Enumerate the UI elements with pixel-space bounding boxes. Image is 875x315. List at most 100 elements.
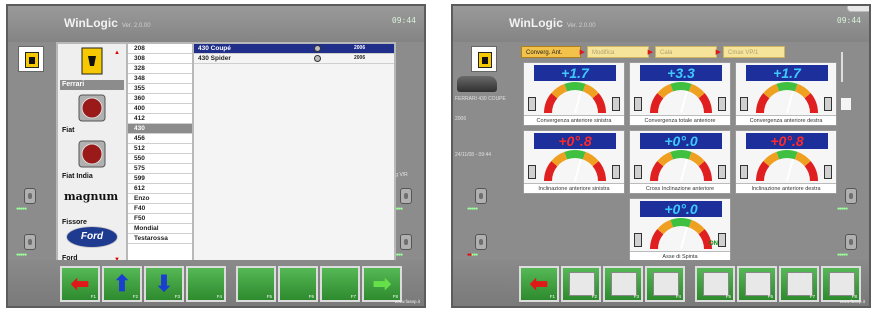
measurement-value: +0°.8	[746, 133, 828, 149]
tab-converg-ant[interactable]: Converg. Ant. ▶	[521, 46, 585, 58]
fkey-f7-wheel-button[interactable]: F7	[779, 266, 819, 302]
fkey-f1-back-button[interactable]: ⬅ F1	[60, 266, 100, 302]
tab-cala[interactable]: Cala ▶	[655, 46, 721, 58]
tolerance-gauge-icon	[650, 218, 712, 250]
tolerance-gauge-icon	[650, 82, 712, 114]
tab-arrow-icon: ▶	[579, 49, 585, 56]
left-sidebar: ●●●●● ●●●●●	[8, 42, 56, 262]
variant-row[interactable]: 430 Spider 2006	[194, 54, 394, 64]
brand-item-ferrari[interactable]: ▲ Ferrari	[60, 44, 124, 90]
model-row[interactable]: Testarossa	[128, 234, 192, 244]
car-thumbnail-icon	[457, 76, 497, 92]
wheel-sensor-icon	[824, 165, 832, 179]
fkey-f2-up-button[interactable]: ⬆ F2	[102, 266, 142, 302]
brand-item-ford[interactable]: Ford ▼ Ford	[60, 220, 124, 264]
fkey-f1-back-button[interactable]: ⬅ F1	[519, 266, 559, 302]
website-url: www.fasep.it	[394, 299, 420, 304]
alignment-measurement-screen: WinLogic Ver. 2.0.00 09:44 Converg. Ant. ▶…	[451, 4, 871, 308]
person-icon	[745, 272, 771, 296]
brand-label: Ferrari	[60, 80, 124, 90]
model-row[interactable]: 208	[128, 44, 192, 54]
model-list[interactable]: 208 308 328 348 355 360 400 412 430 456 512 550 575 5…	[126, 44, 194, 262]
fkey-f6-button[interactable]: F6	[278, 266, 318, 302]
scroll-up-arrow-icon[interactable]: ▲	[114, 50, 120, 56]
brand-item-fiat-india[interactable]: Fiat India	[60, 136, 124, 182]
measurement-value: +1.7	[746, 65, 828, 81]
fkey-f5-button[interactable]: F5	[236, 266, 276, 302]
front-right-sensor-icon: ●●●●●	[837, 188, 859, 212]
ferrari-badge-icon[interactable]	[18, 46, 44, 72]
front-left-sensor-icon: ●●●●●	[467, 188, 489, 212]
fkey-f6-person-button[interactable]: F6	[737, 266, 777, 302]
model-row[interactable]: 308	[128, 54, 192, 64]
model-row[interactable]: F50	[128, 214, 192, 224]
brand-list[interactable]: ▲ Ferrari Fiat Fiat India magnum Fissore…	[58, 44, 126, 264]
measurement-caption: Convergenza anteriore sinistra	[524, 115, 624, 125]
title-bar: WinLogic Ver. 2.0.00 09:44	[8, 6, 424, 42]
fkey-f5-tire-button[interactable]: F5	[695, 266, 735, 302]
wheel-sensor-icon	[740, 97, 748, 111]
tab-arrow-icon: ▶	[647, 49, 653, 56]
level-gauge-icon	[841, 52, 847, 82]
function-key-bar: ⬅ F1 ⬆ F2 ⬇ F3 F4 F5 F6 F7 ➡ F8 www.fasep.it	[8, 260, 424, 306]
fkey-f7-button[interactable]: F7	[320, 266, 360, 302]
model-row[interactable]: 328	[128, 64, 192, 74]
model-row[interactable]: 355	[128, 84, 192, 94]
fkey-f4-button[interactable]: F4	[186, 266, 226, 302]
measurement-value: +1.7	[534, 65, 616, 81]
person-icon	[841, 98, 851, 110]
model-row[interactable]: 612	[128, 184, 192, 194]
brand-item-fiat[interactable]: Fiat	[60, 90, 124, 136]
variant-row[interactable]: 430 Coupé 2006	[194, 44, 394, 54]
ferrari-badge-icon[interactable]	[471, 46, 497, 72]
model-row[interactable]: 599	[128, 174, 192, 184]
model-row[interactable]: Mondial	[128, 224, 192, 234]
app-logo: WinLogic Ver. 2.0.00	[64, 16, 151, 30]
measurement-card[interactable]: +0°.0 ON Asse di Spinta	[629, 198, 731, 262]
vehicle-selection-screen: WinLogicVer. 2.0.00 09:44 ●●●●● ●●●●● on…	[6, 4, 426, 308]
rear-right-sensor-icon: ●●●●●	[392, 234, 414, 258]
wheel-sensor-icon	[528, 97, 536, 111]
measurement-caption: Convergenza totale anteriore	[630, 115, 730, 125]
website-url: www.fasep.it	[839, 299, 865, 304]
session-date: 24/11/08 - 09:44	[455, 152, 492, 158]
wheel-sensor-icon	[634, 165, 642, 179]
model-row[interactable]: 456	[128, 134, 192, 144]
tolerance-gauge-icon	[756, 82, 818, 114]
model-row[interactable]: 348	[128, 74, 192, 84]
camber-icon	[653, 272, 679, 296]
car-type-icon	[314, 55, 321, 62]
fkey-f2-alignment-button[interactable]: F2	[561, 266, 601, 302]
measurement-card[interactable]: +0°.8 Inclinazione anteriore sinistra	[523, 130, 625, 194]
model-row[interactable]: 430	[128, 124, 192, 134]
tab-modifica[interactable]: Modifica ▶	[587, 46, 653, 58]
model-row[interactable]: 550	[128, 154, 192, 164]
model-row[interactable]: 400	[128, 104, 192, 114]
model-row[interactable]: 575	[128, 164, 192, 174]
fkey-f3-wheel-adjust-button[interactable]: F3	[603, 266, 643, 302]
model-row[interactable]: 412	[128, 114, 192, 124]
fkey-f4-camber-button[interactable]: F4	[645, 266, 685, 302]
variant-list[interactable]: 430 Coupé 2006 430 Spider 2006	[194, 44, 394, 262]
model-row[interactable]: F40	[128, 204, 192, 214]
car-type-icon	[314, 45, 321, 52]
measurement-card[interactable]: +1.7 Convergenza anteriore destra	[735, 62, 837, 126]
model-row[interactable]: Enzo	[128, 194, 192, 204]
measurement-card[interactable]: +1.7 Convergenza anteriore sinistra	[523, 62, 625, 126]
tab-cmax[interactable]: Cmax VP/1	[723, 46, 785, 58]
front-left-sensor-icon: ●●●●●	[16, 188, 38, 212]
wheel-sensor-icon	[718, 97, 726, 111]
model-row[interactable]: 512	[128, 144, 192, 154]
fkey-f3-down-button[interactable]: ⬇ F3	[144, 266, 184, 302]
model-row[interactable]: 360	[128, 94, 192, 104]
alignment-icon	[569, 272, 595, 296]
clock: 09:44	[836, 16, 861, 25]
tolerance-gauge-icon	[544, 150, 606, 182]
wheel-sensor-icon	[612, 97, 620, 111]
measurement-card[interactable]: +0°.0 Cross Inclinazione anteriore	[629, 130, 731, 194]
measurement-card[interactable]: +0°.8 Inclinazione anteriore destra	[735, 130, 837, 194]
left-sidebar: FERRARI 430 COUPE 2006 24/11/08 - 09:44 …	[453, 42, 517, 262]
fkey-f8-print-button[interactable]: F8	[821, 266, 861, 302]
measurement-card[interactable]: +3.3 Convergenza totale anteriore	[629, 62, 731, 126]
fkey-f8-next-button[interactable]: ➡ F8	[362, 266, 402, 302]
